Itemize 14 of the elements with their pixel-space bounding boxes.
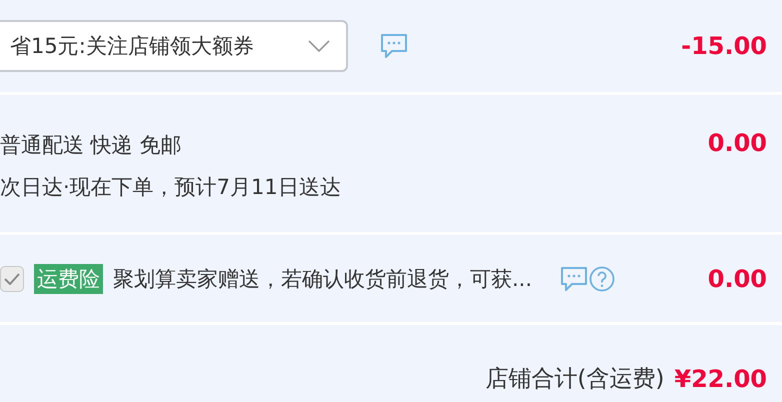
chat-icon[interactable] — [560, 266, 588, 292]
insurance-description: 聚划算卖家赠送，若确认收货前退货，可获... — [113, 266, 532, 292]
discount-amount: -15.00 — [681, 32, 767, 60]
chevron-down-icon — [308, 40, 330, 52]
delivery-info: 普通配送 快递 免邮 — [0, 132, 182, 159]
delivery-info: 次日达·现在下单，预计7月11日送达 — [0, 174, 341, 201]
insurance-tag: 运费险 — [34, 264, 103, 294]
insurance-amount: 0.00 — [708, 264, 767, 292]
help-icon[interactable] — [589, 266, 616, 292]
total-amount: ¥22.00 — [674, 364, 767, 392]
coupon-select[interactable]: 省15元:关注店铺领大额券 — [0, 20, 348, 72]
shipping-amount: 0.00 — [708, 129, 767, 157]
chat-icon[interactable] — [380, 33, 408, 59]
total-label: 店铺合计(含运费) — [485, 365, 664, 394]
